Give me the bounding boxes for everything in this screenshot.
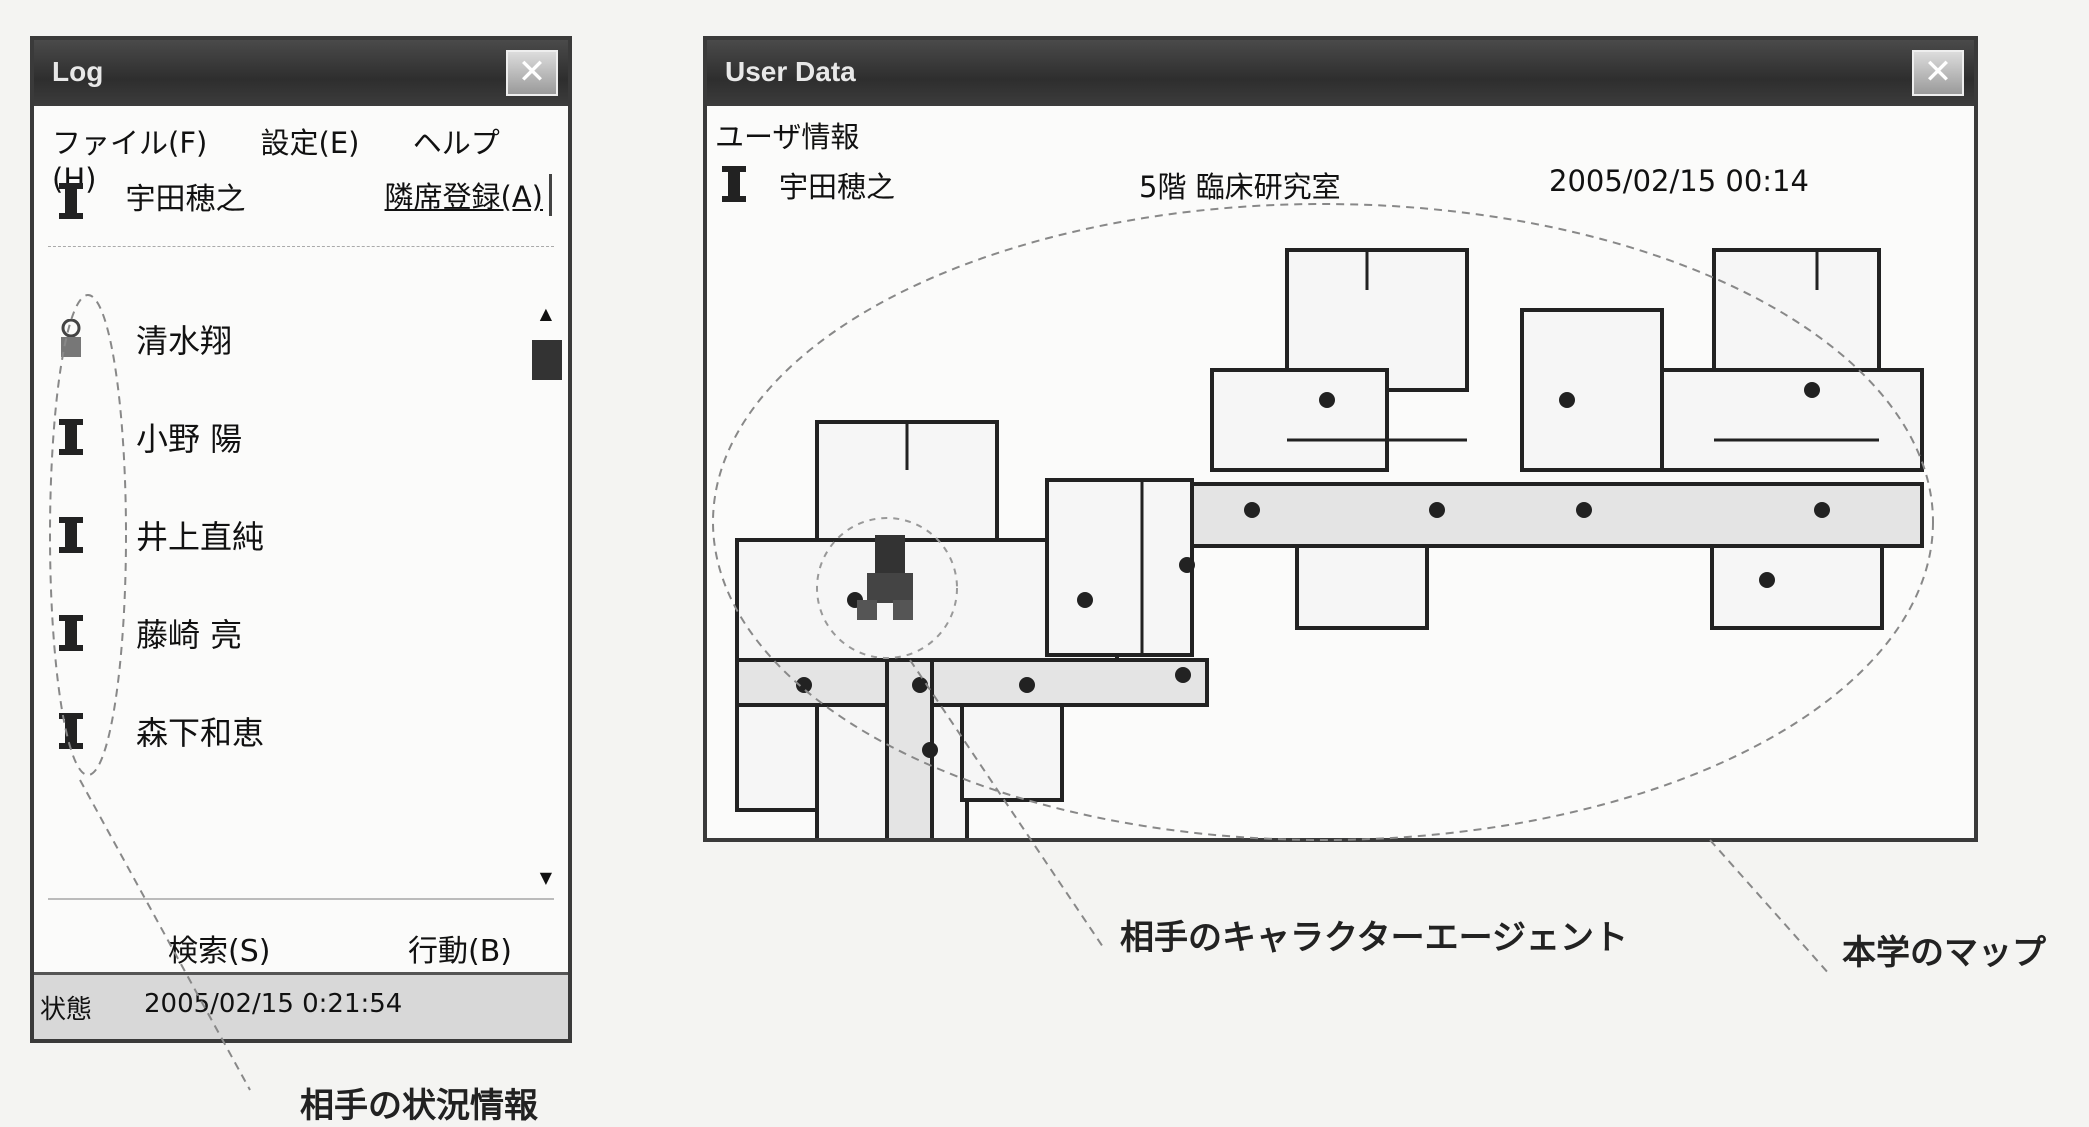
current-user-row: 宇田穂之	[56, 174, 246, 221]
map-corridor	[1190, 482, 1924, 548]
scroll-up-icon[interactable]: ▲	[540, 304, 552, 323]
list-item[interactable]: 小野 陽	[56, 388, 264, 486]
agent-dot	[1319, 392, 1335, 408]
log-window: Log ✕ ファイル(F) 設定(E) ヘルプ(H) 宇田穂之 隣席登録(A) …	[30, 36, 572, 1043]
annotation-status-info: 相手の状況情報	[300, 1086, 538, 1126]
agent-dot	[1576, 502, 1592, 518]
map-room	[1210, 368, 1389, 472]
annotation-map: 本学のマップ	[1842, 933, 2046, 973]
log-titlebar[interactable]: Log ✕	[34, 40, 568, 106]
map-room	[1520, 308, 1664, 472]
user-name: 清水翔	[136, 322, 233, 360]
menu-settings[interactable]: 設定(E)	[261, 126, 360, 160]
person-icon	[59, 713, 83, 749]
user-name: 小野 陽	[136, 420, 243, 458]
agent-dot	[1019, 677, 1035, 693]
menu-file[interactable]: ファイル(F)	[52, 126, 207, 160]
person-icon	[59, 615, 83, 651]
status-value: 2005/02/15 0:21:54	[144, 989, 403, 1019]
list-item[interactable]: 森下和恵	[56, 682, 264, 780]
person-icon	[59, 419, 83, 455]
separator	[48, 246, 554, 247]
agent-dot	[1175, 667, 1191, 683]
annotation-character-agent: 相手のキャラクターエージェント	[1120, 918, 1628, 958]
agent-dot	[1244, 502, 1260, 518]
user-name: 井上直純	[136, 518, 265, 556]
user-data-window: User Data ✕ ユーザ情報 宇田穂之 5階 臨床研究室 2005/02/…	[703, 36, 1978, 842]
agent-dot	[922, 742, 938, 758]
user-name: 藤崎 亮	[136, 616, 243, 654]
user-list: 清水翔 小野 陽 井上直純 藤崎 亮 森下和恵	[56, 290, 264, 780]
map-room	[1045, 478, 1194, 657]
agent-dot	[1559, 392, 1575, 408]
person-icon	[61, 319, 81, 357]
agent-dot	[1429, 502, 1445, 518]
campus-floor-map[interactable]	[707, 40, 1974, 838]
list-item[interactable]: 清水翔	[56, 290, 264, 388]
log-title: Log	[52, 56, 104, 87]
person-icon	[59, 182, 83, 219]
scroll-down-icon[interactable]: ▼	[540, 868, 552, 887]
agent-dot	[1814, 502, 1830, 518]
agent-dot	[1077, 592, 1093, 608]
user-name: 森下和恵	[136, 714, 265, 752]
action-button[interactable]: 行動(B)	[408, 926, 512, 970]
map-room	[960, 698, 1064, 802]
map-room	[735, 698, 824, 812]
agent-dot	[1804, 382, 1820, 398]
status-label: 状態	[40, 995, 93, 1025]
person-icon	[59, 517, 83, 553]
current-user-name: 宇田穂之	[125, 182, 246, 217]
agent-dot	[1759, 572, 1775, 588]
agent-dot	[1179, 557, 1195, 573]
agent-dot	[912, 677, 928, 693]
status-bar: 状態 2005/02/15 0:21:54	[34, 972, 568, 1039]
list-item[interactable]: 井上直純	[56, 486, 264, 584]
agent-dot	[796, 677, 812, 693]
scrollbar-thumb[interactable]	[532, 340, 562, 380]
search-button[interactable]: 検索(S)	[168, 926, 270, 970]
map-room	[1660, 368, 1924, 472]
register-button[interactable]: 隣席登録(A)	[385, 174, 552, 216]
close-icon[interactable]: ✕	[506, 50, 558, 96]
list-item[interactable]: 藤崎 亮	[56, 584, 264, 682]
